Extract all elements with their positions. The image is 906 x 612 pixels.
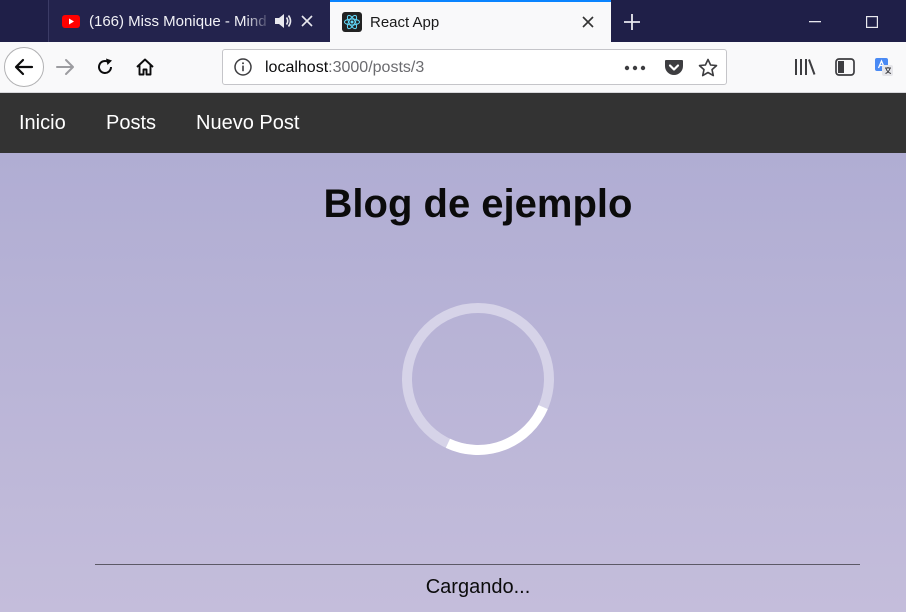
tab-title: (166) Miss Monique - Mind xyxy=(89,12,267,30)
tab-title: React App xyxy=(370,13,440,31)
library-icon xyxy=(795,59,816,75)
home-icon xyxy=(136,58,154,76)
speaker-icon[interactable] xyxy=(272,10,294,32)
youtube-icon xyxy=(61,11,81,31)
translate-button[interactable] xyxy=(870,53,898,81)
url-text[interactable]: localhost:3000/posts/3 xyxy=(265,59,424,77)
close-tab-icon[interactable] xyxy=(296,10,318,32)
main-content: Blog de ejemplo Cargando... xyxy=(0,153,906,612)
page-actions-icon[interactable] xyxy=(623,56,647,80)
pocket-icon[interactable] xyxy=(662,56,686,80)
tab-react-app[interactable]: React App xyxy=(330,0,611,42)
tab-youtube[interactable]: (166) Miss Monique - Mind xyxy=(48,0,330,42)
page-title: Blog de ejemplo xyxy=(323,182,633,226)
forward-button[interactable] xyxy=(51,53,79,81)
reload-icon xyxy=(98,58,112,74)
tabstrip-pad xyxy=(0,0,48,42)
nav-link-inicio[interactable]: Inicio xyxy=(19,112,66,135)
bookmark-star-icon[interactable] xyxy=(696,56,720,80)
translate-icon xyxy=(875,58,893,76)
footer-divider xyxy=(95,564,860,565)
new-tab-button[interactable] xyxy=(618,8,646,36)
library-button[interactable] xyxy=(791,53,819,81)
sidebar-icon xyxy=(835,58,855,76)
minimize-button[interactable] xyxy=(801,8,829,36)
back-icon xyxy=(14,58,34,76)
reload-button[interactable] xyxy=(91,53,119,81)
url-path: :3000/posts/3 xyxy=(328,59,425,76)
nav-link-posts[interactable]: Posts xyxy=(106,112,156,135)
loading-spinner-icon xyxy=(402,303,554,455)
maximize-button[interactable] xyxy=(858,8,886,36)
tab-strip: (166) Miss Monique - Mind React App xyxy=(0,0,906,42)
home-button[interactable] xyxy=(131,53,159,81)
forward-icon xyxy=(56,59,74,75)
url-bar[interactable]: localhost:3000/posts/3 xyxy=(222,49,727,85)
sidebar-button[interactable] xyxy=(831,53,859,81)
site-info-icon[interactable] xyxy=(233,57,253,77)
url-host: localhost xyxy=(265,59,329,76)
loading-text: Cargando... xyxy=(425,576,531,598)
react-icon xyxy=(342,12,362,32)
nav-toolbar: localhost:3000/posts/3 xyxy=(0,42,906,93)
app-navbar: Inicio Posts Nuevo Post xyxy=(0,93,906,153)
back-button[interactable] xyxy=(4,47,44,87)
nav-link-nuevo-post[interactable]: Nuevo Post xyxy=(196,112,299,135)
close-tab-icon[interactable] xyxy=(577,11,599,33)
